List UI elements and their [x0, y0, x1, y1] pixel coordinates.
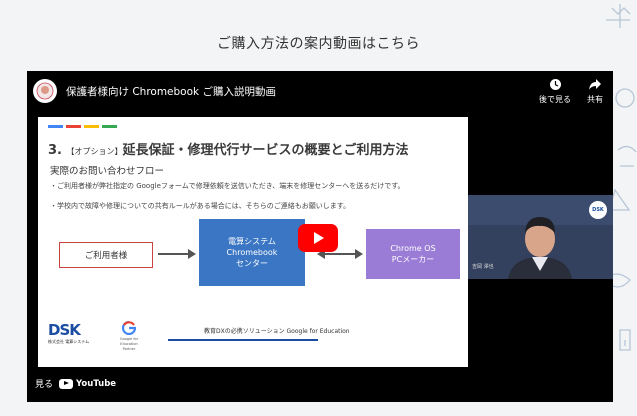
- slide-stripe-yellow: [84, 125, 99, 128]
- youtube-player[interactable]: 保護者様向け Chromebook ご購入説明動画 後で見る 共有 3. 【オプ…: [27, 71, 613, 402]
- channel-avatar[interactable]: [33, 79, 57, 103]
- slide-stripe-red: [66, 125, 81, 128]
- channel-logo-icon: [36, 82, 54, 100]
- slide-bullet-1: ・ご利用者様が弊社指定の Googleフォームで修理依頼を送信いただき、端末を修…: [50, 182, 405, 190]
- watch-later-label: 後で見る: [539, 95, 571, 104]
- slide-subtitle: 実際のお問い合わせフロー: [50, 166, 165, 177]
- center-line-3: センター: [236, 259, 268, 268]
- center-line-2: Chromebook: [226, 248, 278, 257]
- play-button[interactable]: [298, 224, 338, 252]
- video-title[interactable]: 保護者様向け Chromebook ご購入説明動画: [66, 84, 276, 99]
- webcam-dsk-badge: DSK: [589, 201, 607, 219]
- slide-number: 3.: [48, 143, 62, 158]
- presenter-webcam: DSK 吉岡 澤也: [468, 195, 613, 279]
- slide-title-text: 延長保証・修理代行サービスの概要とご利用方法: [122, 143, 409, 158]
- edu-underline: [168, 339, 318, 341]
- youtube-icon: [59, 378, 74, 389]
- google-g-logo-icon: [122, 321, 136, 335]
- slide-title: 3. 【オプション】延長保証・修理代行サービスの概要とご利用方法: [48, 139, 409, 158]
- slide-bullet-2: ・学校内で故障や修理についての共有ルールがある場合には、そちらのご連絡もお願いし…: [50, 202, 351, 210]
- slide-option-tag: 【オプション】: [66, 147, 123, 156]
- clock-icon: [549, 79, 561, 90]
- slide-stripe-green: [102, 125, 117, 128]
- center-line-1: 電算システム: [228, 237, 276, 246]
- watch-on-label: 見る: [35, 380, 54, 390]
- share-button[interactable]: 共有: [587, 78, 603, 105]
- player-top-bar: 保護者様向け Chromebook ご購入説明動画 後で見る 共有: [27, 71, 613, 111]
- google-partner-label: Google for Education Partner: [119, 337, 139, 351]
- dsk-logo: DSK: [48, 321, 81, 339]
- slide-stripe-blue: [48, 125, 63, 128]
- maker-line-2: PCメーカー: [391, 255, 435, 264]
- flow-arrow-right-icon: [158, 249, 196, 259]
- youtube-logo-link[interactable]: YouTube: [59, 378, 117, 389]
- watch-later-button[interactable]: 後で見る: [539, 78, 571, 105]
- flow-box-center: 電算システム Chromebook センター: [199, 219, 305, 286]
- page-title: ご購入方法の案内動画はこちら: [217, 36, 420, 52]
- flow-box-user: ご利用者様: [59, 242, 153, 268]
- youtube-wordmark: YouTube: [76, 378, 117, 389]
- dsk-company-name: 株式会社 電算システム: [48, 339, 90, 344]
- flow-box-maker: Chrome OS PCメーカー: [366, 229, 460, 279]
- maker-line-1: Chrome OS: [390, 244, 436, 253]
- video-slide-frame[interactable]: 3. 【オプション】延長保証・修理代行サービスの概要とご利用方法 実際のお問い合…: [38, 117, 468, 367]
- player-bottom-bar: 見る YouTube: [27, 377, 116, 390]
- share-label: 共有: [587, 95, 603, 104]
- edu-tagline: 教育DXの必携ソリューション Google for Education: [204, 328, 350, 335]
- presenter-name: 吉岡 澤也: [472, 264, 494, 270]
- share-arrow-icon: [589, 79, 601, 90]
- play-icon: [314, 232, 324, 244]
